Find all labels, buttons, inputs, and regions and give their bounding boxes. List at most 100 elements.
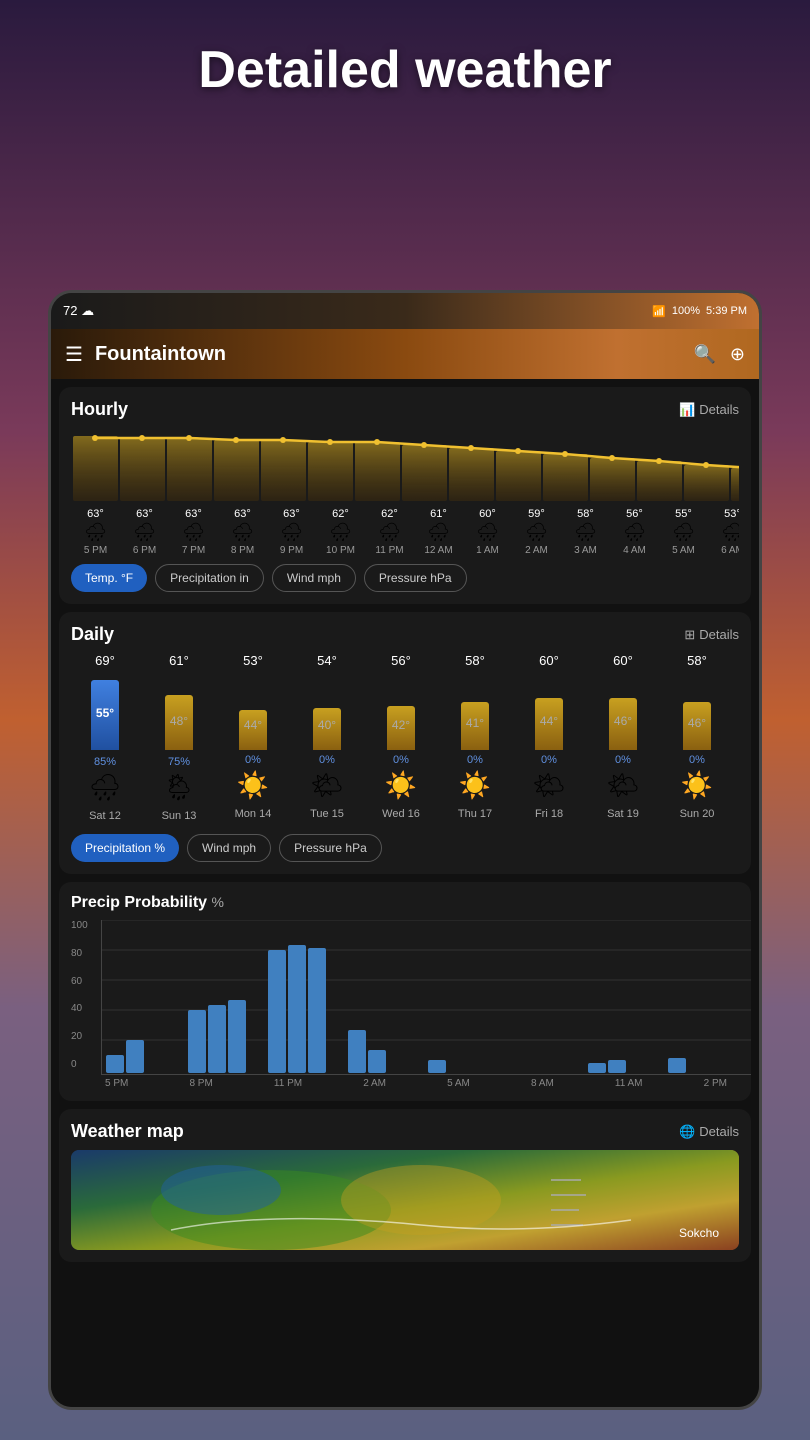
day-sat19: 60° 46° 0% 🌤 Sat 19 xyxy=(589,653,657,822)
hourly-details[interactable]: 📊 Details xyxy=(679,402,739,418)
day-icon-5: ☀️ xyxy=(459,770,491,801)
day-precip-8: 0% xyxy=(689,754,705,766)
hourly-temps-row: 63° 63° 63° 63° 63° 62° 62° 61° 60° 59° … xyxy=(71,508,739,520)
daily-header: Daily ⊞ Details xyxy=(71,624,739,645)
hourly-title: Hourly xyxy=(71,399,128,420)
h-temp-7: 61° xyxy=(414,508,463,520)
h-temp-11: 56° xyxy=(610,508,659,520)
day-icon-3: 🌤 xyxy=(310,770,343,801)
filter-pressure[interactable]: Pressure hPa xyxy=(364,564,467,592)
chart-x-labels: 5 PM 8 PM 11 PM 2 AM 5 AM 8 AM 11 AM 2 P… xyxy=(101,1078,731,1089)
h-icon-4: 🌧 xyxy=(267,522,316,543)
h-icon-13: 🌧 xyxy=(708,522,739,543)
h-label-5: 10 PM xyxy=(316,545,365,556)
h-label-9: 2 AM xyxy=(512,545,561,556)
hourly-chart-area: 63° 63° 63° 63° 63° 62° 62° 61° 60° 59° … xyxy=(71,428,739,556)
map-details[interactable]: 🌐 Details xyxy=(679,1124,739,1140)
y-label-20: 20 xyxy=(71,1031,88,1042)
day-hi-8: 58° xyxy=(687,653,707,668)
precip-chart-section: Precip Probability % 100 80 60 40 20 0 xyxy=(59,882,751,1101)
x-label-2pm: 2 PM xyxy=(704,1078,727,1089)
h-temp-0: 63° xyxy=(71,508,120,520)
day-bar-container-5: 41° xyxy=(461,670,489,750)
map-preview[interactable]: Sokcho xyxy=(71,1150,739,1250)
h-icon-1: 🌧 xyxy=(120,522,169,543)
day-icon-6: 🌤 xyxy=(532,770,565,801)
y-label-0: 0 xyxy=(71,1059,88,1070)
map-title: Weather map xyxy=(71,1121,184,1142)
device-frame: 72 ☁ 📶 100% 5:39 PM ☰ Fountaintown 🔍 ⊕ H… xyxy=(48,290,762,1410)
x-label-11am: 11 AM xyxy=(615,1078,643,1089)
day-hi-5: 58° xyxy=(465,653,485,668)
h-icon-0: 🌧 xyxy=(71,522,120,543)
status-time: 5:39 PM xyxy=(706,305,747,317)
day-label-7: Sat 19 xyxy=(607,808,639,820)
x-label-8am: 8 AM xyxy=(531,1078,554,1089)
day-hi-2: 53° xyxy=(243,653,263,668)
x-label-5pm: 5 PM xyxy=(105,1078,128,1089)
h-icon-8: 🌧 xyxy=(463,522,512,543)
day-label-8: Sun 20 xyxy=(680,808,715,820)
h-icon-2: 🌧 xyxy=(169,522,218,543)
day-label-5: Thu 17 xyxy=(458,808,492,820)
precip-chart-title: Precip Probability % xyxy=(71,894,739,912)
hourly-filters: Temp. °F Precipitation in Wind mph Press… xyxy=(71,564,739,592)
daily-details[interactable]: ⊞ Details xyxy=(684,627,739,643)
day-thu17: 58° 41° 0% ☀️ Thu 17 xyxy=(441,653,509,822)
h-label-0: 5 PM xyxy=(71,545,120,556)
daily-filter-pressure[interactable]: Pressure hPa xyxy=(279,834,382,862)
day-precip-7: 0% xyxy=(615,754,631,766)
status-temp: 72 ☁ xyxy=(63,303,94,319)
h-icon-7: 🌧 xyxy=(414,522,463,543)
daily-filter-wind[interactable]: Wind mph xyxy=(187,834,271,862)
search-icon[interactable]: 🔍 xyxy=(693,344,715,365)
day-label-6: Fri 18 xyxy=(535,808,563,820)
y-label-40: 40 xyxy=(71,1003,88,1014)
wifi-icon: 📶 xyxy=(652,305,666,318)
day-bar-container-8: 46° xyxy=(683,670,711,750)
day-icon-1: 🌦 xyxy=(162,772,195,803)
day-lo-label-8: 46° xyxy=(688,716,706,730)
filter-wind[interactable]: Wind mph xyxy=(272,564,356,592)
day-bar-container-0: 55° xyxy=(91,670,119,750)
day-label-0: Sat 12 xyxy=(89,810,121,822)
day-hi-7: 60° xyxy=(613,653,633,668)
day-label-1: Sun 13 xyxy=(162,810,197,822)
h-label-11: 4 AM xyxy=(610,545,659,556)
h-icon-10: 🌧 xyxy=(561,522,610,543)
page-title-area: Detailed weather xyxy=(0,0,810,120)
hourly-icons-row: 🌧 🌧 🌧 🌧 🌧 🌧 🌧 🌧 🌧 🌧 🌧 🌧 🌧 🌧 xyxy=(71,522,739,543)
day-hi-6: 60° xyxy=(539,653,559,668)
day-bar-container-3: 40° xyxy=(313,670,341,750)
hourly-chart-scroll[interactable]: 63° 63° 63° 63° 63° 62° 62° 61° 60° 59° … xyxy=(71,428,739,556)
map-location-label: Sokcho xyxy=(679,1226,719,1240)
y-label-100: 100 xyxy=(71,920,88,931)
h-temp-10: 58° xyxy=(561,508,610,520)
daily-scroll[interactable]: 69° 55° 85% 🌧 Sat 12 61° 48° xyxy=(71,653,739,826)
scroll-content[interactable]: Hourly 📊 Details xyxy=(51,379,759,1407)
daily-filter-precip[interactable]: Precipitation % xyxy=(71,834,179,862)
menu-icon[interactable]: ☰ xyxy=(65,342,83,367)
h-temp-5: 62° xyxy=(316,508,365,520)
page-title: Detailed weather xyxy=(0,0,810,120)
day-tue15: 54° 40° 0% 🌤 Tue 15 xyxy=(293,653,361,822)
y-label-60: 60 xyxy=(71,976,88,987)
h-label-2: 7 PM xyxy=(169,545,218,556)
app-header: ☰ Fountaintown 🔍 ⊕ xyxy=(51,329,759,379)
h-label-3: 8 PM xyxy=(218,545,267,556)
day-bar-container-7: 46° xyxy=(609,670,637,750)
h-label-7: 12 AM xyxy=(414,545,463,556)
day-precip-5: 0% xyxy=(467,754,483,766)
h-label-10: 3 AM xyxy=(561,545,610,556)
status-right: 📶 100% 5:39 PM xyxy=(652,305,747,318)
h-temp-13: 53° xyxy=(708,508,739,520)
day-fri18: 60° 44° 0% 🌤 Fri 18 xyxy=(515,653,583,822)
gps-icon[interactable]: ⊕ xyxy=(730,344,745,365)
h-temp-8: 60° xyxy=(463,508,512,520)
day-hi-3: 54° xyxy=(317,653,337,668)
chart-y-axis: 100 80 60 40 20 0 xyxy=(71,920,88,1070)
h-icon-9: 🌧 xyxy=(512,522,561,543)
x-label-5am: 5 AM xyxy=(447,1078,470,1089)
filter-temp[interactable]: Temp. °F xyxy=(71,564,147,592)
filter-precip[interactable]: Precipitation in xyxy=(155,564,264,592)
